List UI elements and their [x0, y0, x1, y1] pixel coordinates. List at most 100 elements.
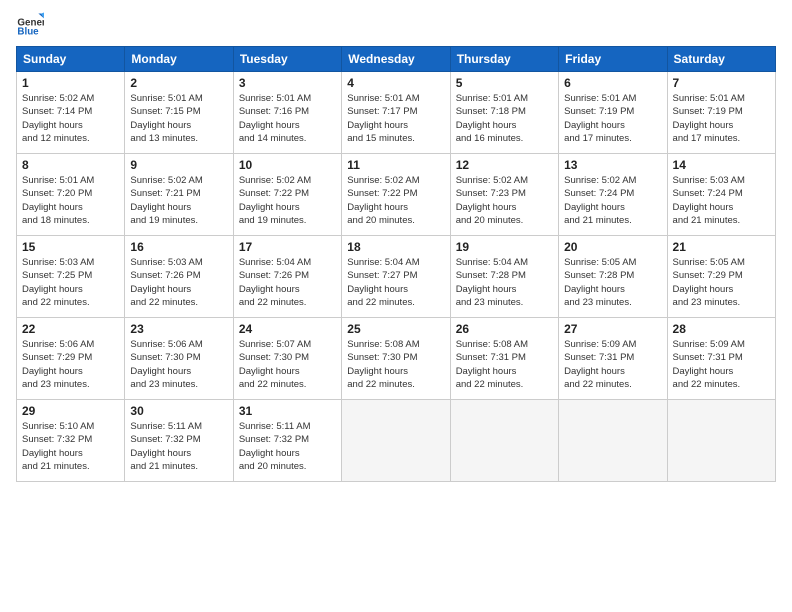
calendar-header: SundayMondayTuesdayWednesdayThursdayFrid…: [17, 47, 776, 72]
day-info: Sunrise: 5:06 AM Sunset: 7:29 PM Dayligh…: [22, 339, 94, 390]
day-number: 20: [564, 240, 661, 254]
week-row-3: 22 Sunrise: 5:06 AM Sunset: 7:29 PM Dayl…: [17, 318, 776, 400]
calendar-cell: 19 Sunrise: 5:04 AM Sunset: 7:28 PM Dayl…: [450, 236, 558, 318]
header-day-wednesday: Wednesday: [342, 47, 450, 72]
calendar-cell: 15 Sunrise: 5:03 AM Sunset: 7:25 PM Dayl…: [17, 236, 125, 318]
calendar-cell: 28 Sunrise: 5:09 AM Sunset: 7:31 PM Dayl…: [667, 318, 775, 400]
calendar-cell: 4 Sunrise: 5:01 AM Sunset: 7:17 PM Dayli…: [342, 72, 450, 154]
calendar-cell: 6 Sunrise: 5:01 AM Sunset: 7:19 PM Dayli…: [559, 72, 667, 154]
calendar-cell: 14 Sunrise: 5:03 AM Sunset: 7:24 PM Dayl…: [667, 154, 775, 236]
day-number: 11: [347, 158, 444, 172]
calendar-cell: 29 Sunrise: 5:10 AM Sunset: 7:32 PM Dayl…: [17, 400, 125, 482]
calendar-cell: 30 Sunrise: 5:11 AM Sunset: 7:32 PM Dayl…: [125, 400, 233, 482]
calendar-cell: 3 Sunrise: 5:01 AM Sunset: 7:16 PM Dayli…: [233, 72, 341, 154]
calendar-table: SundayMondayTuesdayWednesdayThursdayFrid…: [16, 46, 776, 482]
day-number: 27: [564, 322, 661, 336]
day-number: 7: [673, 76, 770, 90]
day-number: 16: [130, 240, 227, 254]
day-info: Sunrise: 5:09 AM Sunset: 7:31 PM Dayligh…: [564, 339, 636, 390]
calendar-cell: [450, 400, 558, 482]
day-info: Sunrise: 5:07 AM Sunset: 7:30 PM Dayligh…: [239, 339, 311, 390]
day-number: 4: [347, 76, 444, 90]
calendar-cell: 9 Sunrise: 5:02 AM Sunset: 7:21 PM Dayli…: [125, 154, 233, 236]
day-info: Sunrise: 5:02 AM Sunset: 7:22 PM Dayligh…: [347, 175, 419, 226]
calendar-cell: 12 Sunrise: 5:02 AM Sunset: 7:23 PM Dayl…: [450, 154, 558, 236]
day-info: Sunrise: 5:11 AM Sunset: 7:32 PM Dayligh…: [239, 421, 311, 472]
day-number: 3: [239, 76, 336, 90]
calendar-cell: 23 Sunrise: 5:06 AM Sunset: 7:30 PM Dayl…: [125, 318, 233, 400]
calendar-cell: 24 Sunrise: 5:07 AM Sunset: 7:30 PM Dayl…: [233, 318, 341, 400]
day-number: 22: [22, 322, 119, 336]
day-number: 13: [564, 158, 661, 172]
calendar-cell: 8 Sunrise: 5:01 AM Sunset: 7:20 PM Dayli…: [17, 154, 125, 236]
calendar-cell: 7 Sunrise: 5:01 AM Sunset: 7:19 PM Dayli…: [667, 72, 775, 154]
day-info: Sunrise: 5:01 AM Sunset: 7:20 PM Dayligh…: [22, 175, 94, 226]
day-info: Sunrise: 5:08 AM Sunset: 7:30 PM Dayligh…: [347, 339, 419, 390]
day-info: Sunrise: 5:06 AM Sunset: 7:30 PM Dayligh…: [130, 339, 202, 390]
header-day-monday: Monday: [125, 47, 233, 72]
header-day-saturday: Saturday: [667, 47, 775, 72]
day-number: 18: [347, 240, 444, 254]
calendar-cell: 21 Sunrise: 5:05 AM Sunset: 7:29 PM Dayl…: [667, 236, 775, 318]
day-number: 30: [130, 404, 227, 418]
calendar-cell: 10 Sunrise: 5:02 AM Sunset: 7:22 PM Dayl…: [233, 154, 341, 236]
calendar-cell: 17 Sunrise: 5:04 AM Sunset: 7:26 PM Dayl…: [233, 236, 341, 318]
day-number: 9: [130, 158, 227, 172]
week-row-1: 8 Sunrise: 5:01 AM Sunset: 7:20 PM Dayli…: [17, 154, 776, 236]
calendar-cell: 25 Sunrise: 5:08 AM Sunset: 7:30 PM Dayl…: [342, 318, 450, 400]
day-info: Sunrise: 5:04 AM Sunset: 7:28 PM Dayligh…: [456, 257, 528, 308]
logo-icon: General Blue: [16, 10, 44, 38]
day-info: Sunrise: 5:02 AM Sunset: 7:14 PM Dayligh…: [22, 93, 94, 144]
day-info: Sunrise: 5:03 AM Sunset: 7:25 PM Dayligh…: [22, 257, 94, 308]
day-info: Sunrise: 5:01 AM Sunset: 7:18 PM Dayligh…: [456, 93, 528, 144]
calendar-cell: 18 Sunrise: 5:04 AM Sunset: 7:27 PM Dayl…: [342, 236, 450, 318]
week-row-0: 1 Sunrise: 5:02 AM Sunset: 7:14 PM Dayli…: [17, 72, 776, 154]
day-number: 17: [239, 240, 336, 254]
calendar-cell: [559, 400, 667, 482]
calendar-cell: 5 Sunrise: 5:01 AM Sunset: 7:18 PM Dayli…: [450, 72, 558, 154]
calendar-cell: [667, 400, 775, 482]
day-number: 2: [130, 76, 227, 90]
day-number: 10: [239, 158, 336, 172]
day-info: Sunrise: 5:01 AM Sunset: 7:15 PM Dayligh…: [130, 93, 202, 144]
day-info: Sunrise: 5:02 AM Sunset: 7:22 PM Dayligh…: [239, 175, 311, 226]
calendar-cell: 20 Sunrise: 5:05 AM Sunset: 7:28 PM Dayl…: [559, 236, 667, 318]
calendar-cell: 13 Sunrise: 5:02 AM Sunset: 7:24 PM Dayl…: [559, 154, 667, 236]
day-info: Sunrise: 5:10 AM Sunset: 7:32 PM Dayligh…: [22, 421, 94, 472]
day-info: Sunrise: 5:01 AM Sunset: 7:19 PM Dayligh…: [564, 93, 636, 144]
calendar-cell: 26 Sunrise: 5:08 AM Sunset: 7:31 PM Dayl…: [450, 318, 558, 400]
day-number: 15: [22, 240, 119, 254]
week-row-2: 15 Sunrise: 5:03 AM Sunset: 7:25 PM Dayl…: [17, 236, 776, 318]
day-number: 14: [673, 158, 770, 172]
day-info: Sunrise: 5:02 AM Sunset: 7:21 PM Dayligh…: [130, 175, 202, 226]
day-number: 25: [347, 322, 444, 336]
calendar-cell: 31 Sunrise: 5:11 AM Sunset: 7:32 PM Dayl…: [233, 400, 341, 482]
day-info: Sunrise: 5:05 AM Sunset: 7:28 PM Dayligh…: [564, 257, 636, 308]
week-row-4: 29 Sunrise: 5:10 AM Sunset: 7:32 PM Dayl…: [17, 400, 776, 482]
day-number: 29: [22, 404, 119, 418]
header-day-tuesday: Tuesday: [233, 47, 341, 72]
header-day-sunday: Sunday: [17, 47, 125, 72]
page: General Blue SundayMondayTuesdayWednesda…: [0, 0, 792, 612]
day-number: 1: [22, 76, 119, 90]
day-info: Sunrise: 5:04 AM Sunset: 7:27 PM Dayligh…: [347, 257, 419, 308]
day-info: Sunrise: 5:01 AM Sunset: 7:19 PM Dayligh…: [673, 93, 745, 144]
logo: General Blue: [16, 10, 50, 38]
header-day-thursday: Thursday: [450, 47, 558, 72]
day-number: 23: [130, 322, 227, 336]
calendar-cell: 1 Sunrise: 5:02 AM Sunset: 7:14 PM Dayli…: [17, 72, 125, 154]
day-info: Sunrise: 5:05 AM Sunset: 7:29 PM Dayligh…: [673, 257, 745, 308]
day-info: Sunrise: 5:09 AM Sunset: 7:31 PM Dayligh…: [673, 339, 745, 390]
day-info: Sunrise: 5:03 AM Sunset: 7:24 PM Dayligh…: [673, 175, 745, 226]
day-number: 5: [456, 76, 553, 90]
day-info: Sunrise: 5:04 AM Sunset: 7:26 PM Dayligh…: [239, 257, 311, 308]
header: General Blue: [16, 10, 776, 38]
calendar-cell: 27 Sunrise: 5:09 AM Sunset: 7:31 PM Dayl…: [559, 318, 667, 400]
calendar-cell: [342, 400, 450, 482]
day-info: Sunrise: 5:03 AM Sunset: 7:26 PM Dayligh…: [130, 257, 202, 308]
day-number: 6: [564, 76, 661, 90]
day-info: Sunrise: 5:08 AM Sunset: 7:31 PM Dayligh…: [456, 339, 528, 390]
day-number: 24: [239, 322, 336, 336]
header-day-friday: Friday: [559, 47, 667, 72]
calendar-cell: 2 Sunrise: 5:01 AM Sunset: 7:15 PM Dayli…: [125, 72, 233, 154]
